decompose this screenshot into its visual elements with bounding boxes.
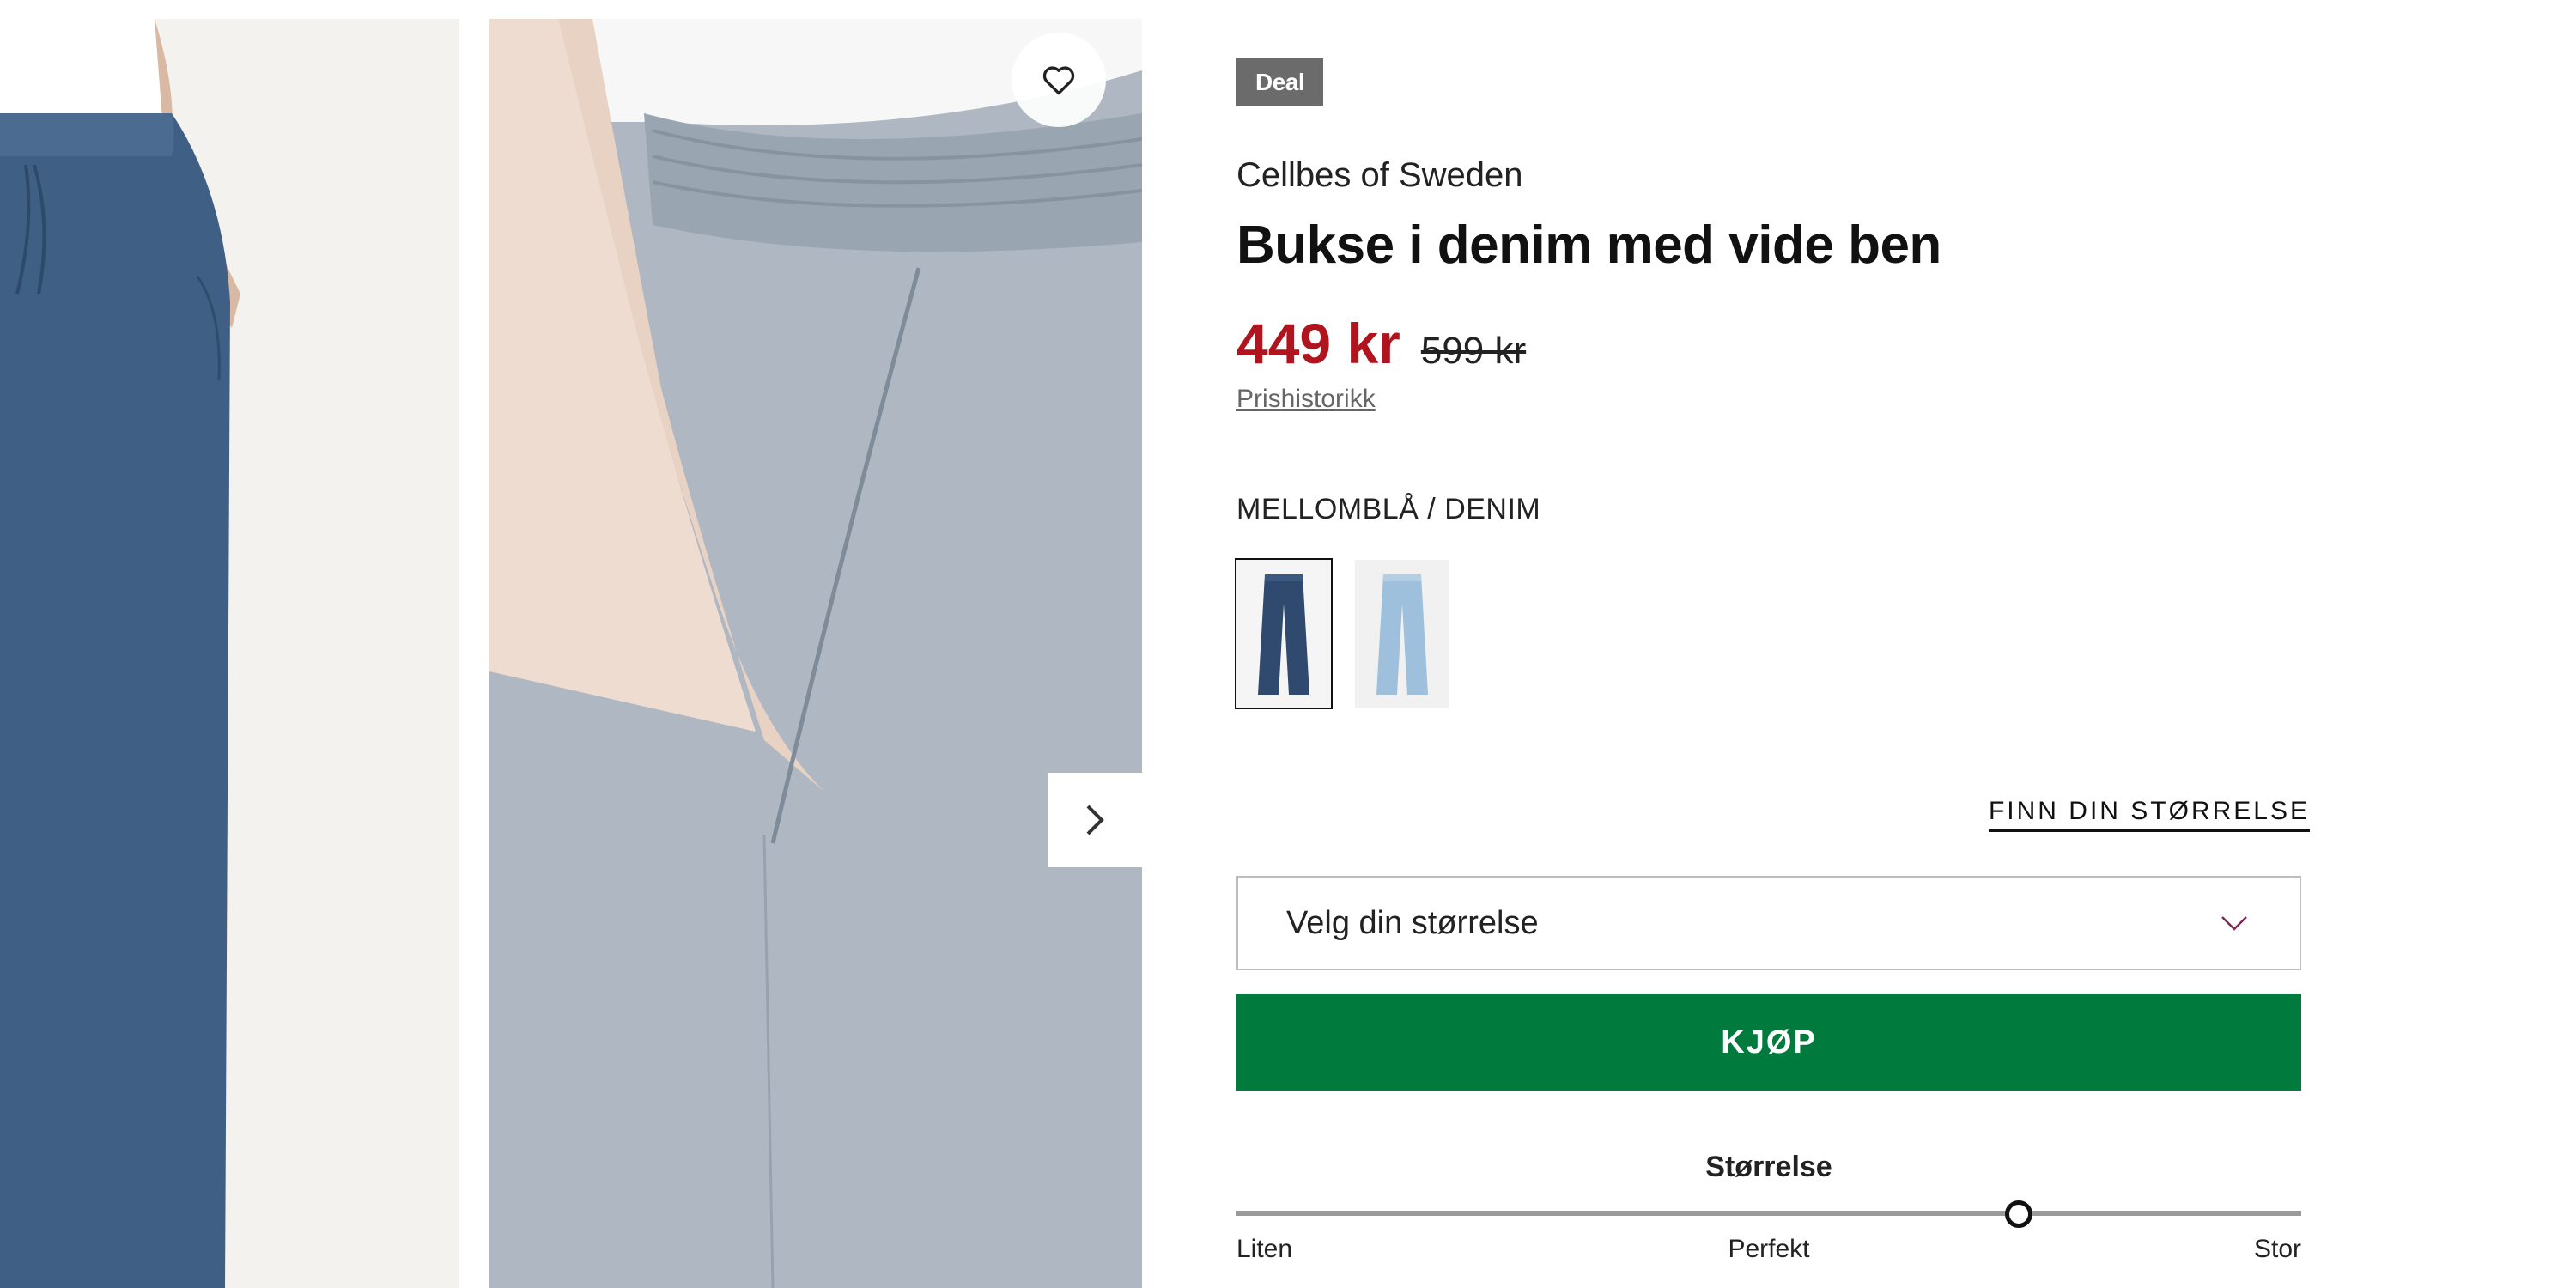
fit-title: Størrelse bbox=[1705, 1151, 1832, 1183]
product-info: Deal Cellbes of Sweden Bukse i denim med… bbox=[1235, 0, 2310, 1288]
color-label: MELLOMBLÅ / DENIM bbox=[1236, 493, 1541, 526]
product-title: Bukse i denim med vide ben bbox=[1236, 216, 1941, 275]
color-swatches bbox=[1235, 558, 1449, 709]
price-row: 449 kr 599 kr bbox=[1236, 311, 1526, 376]
swatch-image bbox=[1376, 574, 1428, 695]
swatch-light-denim[interactable] bbox=[1355, 560, 1449, 708]
brand-name[interactable]: Cellbes of Sweden bbox=[1236, 156, 1523, 195]
chevron-down-icon bbox=[2221, 916, 2247, 931]
deal-badge: Deal bbox=[1236, 58, 1324, 106]
product-photo-front[interactable] bbox=[0, 19, 459, 1288]
fit-marker bbox=[2005, 1200, 2033, 1228]
fit-label-large: Stor bbox=[2253, 1235, 2301, 1263]
size-select[interactable]: Velg din størrelse bbox=[1236, 876, 2301, 970]
find-your-size-link[interactable]: FINN DIN STØRRELSE bbox=[1988, 797, 2310, 832]
fit-label-perfect: Perfekt bbox=[1728, 1235, 1810, 1263]
next-image-button[interactable] bbox=[1048, 773, 1142, 867]
favorite-button[interactable] bbox=[1012, 33, 1106, 127]
heart-icon bbox=[1042, 66, 1075, 95]
fit-indicator: Størrelse Liten Perfekt Stor bbox=[1236, 1151, 2301, 1279]
product-photo-detail[interactable] bbox=[489, 19, 1142, 1288]
price-history-link[interactable]: Prishistorikk bbox=[1236, 385, 1376, 414]
swatch-medium-blue-denim[interactable] bbox=[1235, 558, 1333, 709]
swatch-image bbox=[1258, 574, 1309, 695]
current-price: 449 kr bbox=[1236, 312, 1400, 375]
size-select-placeholder: Velg din størrelse bbox=[1286, 904, 1539, 941]
chevron-right-icon bbox=[1086, 805, 1104, 835]
buy-button[interactable]: KJØP bbox=[1236, 994, 2301, 1091]
original-price: 599 kr bbox=[1420, 330, 1527, 372]
product-gallery bbox=[0, 0, 1142, 1288]
fit-track bbox=[1236, 1211, 2301, 1216]
fit-label-small: Liten bbox=[1236, 1235, 1293, 1263]
